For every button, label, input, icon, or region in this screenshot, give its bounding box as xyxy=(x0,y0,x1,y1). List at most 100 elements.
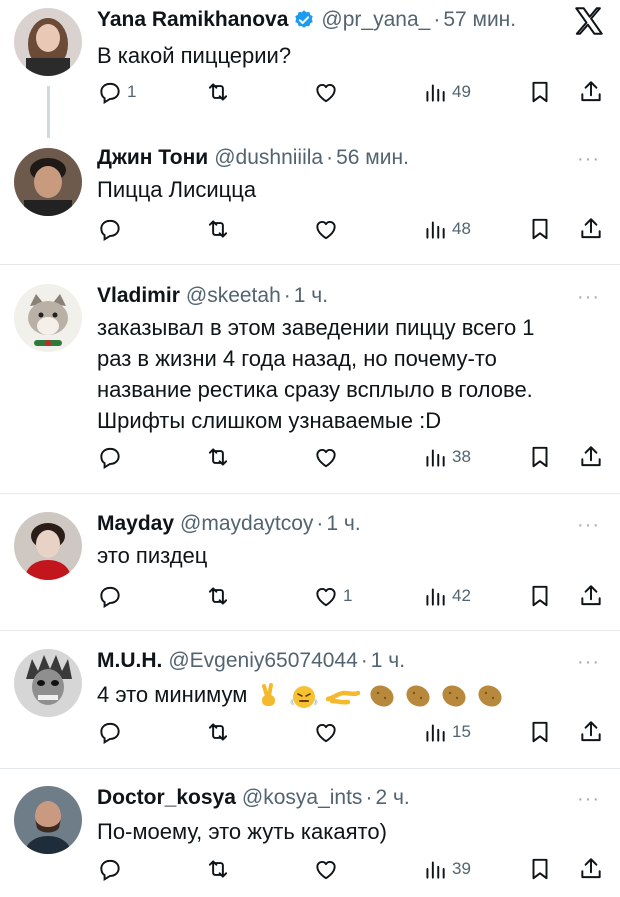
views-icon xyxy=(426,449,445,467)
share-icon xyxy=(581,858,601,879)
share-button[interactable] xyxy=(578,79,604,105)
like-button[interactable] xyxy=(313,216,339,242)
views-count: 38 xyxy=(452,447,471,466)
retweet-icon xyxy=(208,723,228,741)
author-handle[interactable]: @skeetah xyxy=(186,284,281,308)
views-button[interactable]: 38 xyxy=(422,444,471,470)
like-button[interactable] xyxy=(313,444,339,470)
reply-button[interactable]: 1 xyxy=(97,79,136,105)
share-icon xyxy=(581,218,601,239)
timestamp[interactable]: 1 ч. xyxy=(371,649,405,673)
share-button[interactable] xyxy=(578,583,604,609)
retweet-button[interactable] xyxy=(205,444,231,470)
author-handle[interactable]: @pr_yana_ xyxy=(321,8,430,32)
share-button[interactable] xyxy=(578,856,604,882)
views-button[interactable]: 48 xyxy=(422,216,471,242)
more-options-icon[interactable]: ··· xyxy=(577,651,600,674)
bookmark-button[interactable] xyxy=(527,583,553,609)
bookmark-icon xyxy=(532,858,548,880)
reply-button[interactable] xyxy=(97,719,123,745)
like-button[interactable] xyxy=(313,856,339,882)
separator: · xyxy=(365,786,373,809)
author-handle[interactable]: @dushniiila xyxy=(214,146,323,170)
tweet[interactable]: Yana Ramikhanova @pr_yana_ · 57 мин. В к… xyxy=(0,0,620,138)
timestamp[interactable]: 1 ч. xyxy=(294,284,328,308)
reply-button[interactable] xyxy=(97,444,123,470)
share-button[interactable] xyxy=(578,719,604,745)
share-button[interactable] xyxy=(578,444,604,470)
share-button[interactable] xyxy=(578,216,604,242)
author-name[interactable]: Yana Ramikhanova xyxy=(97,8,288,32)
retweet-icon xyxy=(208,448,228,466)
tweet[interactable]: Vladimir @skeetah · 1 ч. ··· заказывал в… xyxy=(0,272,620,494)
author-name[interactable]: Doctor_kosya xyxy=(97,786,236,810)
timestamp[interactable]: 56 мин. xyxy=(336,146,409,170)
views-button[interactable]: 39 xyxy=(422,856,471,882)
views-icon xyxy=(426,588,445,606)
separator: · xyxy=(326,146,334,169)
retweet-icon xyxy=(208,587,228,605)
tweet[interactable]: Джин Тони @dushniiila · 56 мин. ··· Пицц… xyxy=(0,138,620,266)
separator: · xyxy=(316,512,324,535)
retweet-button[interactable] xyxy=(205,583,231,609)
tweet-text: заказывал в этом заведении пиццу всего 1… xyxy=(97,312,535,436)
author-handle[interactable]: @kosya_ints xyxy=(242,786,363,810)
victory-hand-emoji xyxy=(261,683,275,707)
views-button[interactable]: 15 xyxy=(422,719,471,745)
tweet-text-line: Шрифты слишком узнаваемые :D xyxy=(97,408,442,433)
bookmark-button[interactable] xyxy=(527,216,553,242)
more-options-icon[interactable]: ··· xyxy=(577,788,600,811)
like-button[interactable] xyxy=(313,79,339,105)
divider xyxy=(0,493,620,494)
more-options-icon[interactable]: ··· xyxy=(577,148,600,171)
tweet-text-line: заказывал в этом заведении пиццу всего 1 xyxy=(97,315,535,340)
avatar-man-beard xyxy=(14,786,82,854)
avatar[interactable] xyxy=(14,8,82,76)
tweet[interactable]: Mayday @maydaytcoy · 1 ч. ··· это пиздец… xyxy=(0,500,620,630)
reply-button[interactable] xyxy=(97,216,123,242)
views-count: 15 xyxy=(452,722,471,741)
views-button[interactable]: 42 xyxy=(422,583,471,609)
avatar-monochrome-face xyxy=(14,649,82,717)
author-name[interactable]: Mayday xyxy=(97,512,174,536)
author-handle[interactable]: @maydaytcoy xyxy=(180,512,313,536)
heart-icon xyxy=(316,83,336,103)
more-options-icon[interactable]: ··· xyxy=(577,514,600,537)
avatar[interactable] xyxy=(14,786,82,854)
avatar[interactable] xyxy=(14,649,82,717)
bookmark-button[interactable] xyxy=(527,719,553,745)
bookmark-icon xyxy=(532,721,548,743)
timestamp[interactable]: 57 мин. xyxy=(443,8,516,32)
bookmark-button[interactable] xyxy=(527,856,553,882)
author-name[interactable]: Джин Тони xyxy=(97,146,208,170)
bookmark-button[interactable] xyxy=(527,444,553,470)
action-bar: 48 xyxy=(0,216,620,246)
avatar[interactable] xyxy=(14,148,82,216)
avatar[interactable] xyxy=(14,284,82,352)
tweet-text-line: это пиздец xyxy=(97,543,208,568)
tweet[interactable]: Doctor_kosya @kosya_ints · 2 ч. ··· По-м… xyxy=(0,774,620,897)
avatar[interactable] xyxy=(14,512,82,580)
bookmark-icon xyxy=(532,585,548,607)
views-count: 39 xyxy=(452,859,471,878)
like-button[interactable] xyxy=(313,719,339,745)
timestamp[interactable]: 2 ч. xyxy=(375,786,409,810)
retweet-button[interactable] xyxy=(205,79,231,105)
author-name[interactable]: Vladimir xyxy=(97,284,180,308)
author-name[interactable]: M.U.H. xyxy=(97,649,162,673)
share-icon xyxy=(581,446,601,467)
reply-button[interactable] xyxy=(97,583,123,609)
retweet-button[interactable] xyxy=(205,216,231,242)
timestamp[interactable]: 1 ч. xyxy=(326,512,360,536)
bookmark-button[interactable] xyxy=(527,79,553,105)
retweet-button[interactable] xyxy=(205,719,231,745)
views-button[interactable]: 49 xyxy=(422,79,471,105)
retweet-button[interactable] xyxy=(205,856,231,882)
reply-icon xyxy=(100,447,120,470)
reply-button[interactable] xyxy=(97,856,123,882)
tweet[interactable]: M.U.H. @Evgeniy65074044 · 1 ч. ··· 4 это… xyxy=(0,637,620,767)
bookmark-icon xyxy=(532,218,548,240)
like-button[interactable]: 1 xyxy=(313,583,352,609)
author-handle[interactable]: @Evgeniy65074044 xyxy=(168,649,357,673)
more-options-icon[interactable]: ··· xyxy=(577,286,600,309)
